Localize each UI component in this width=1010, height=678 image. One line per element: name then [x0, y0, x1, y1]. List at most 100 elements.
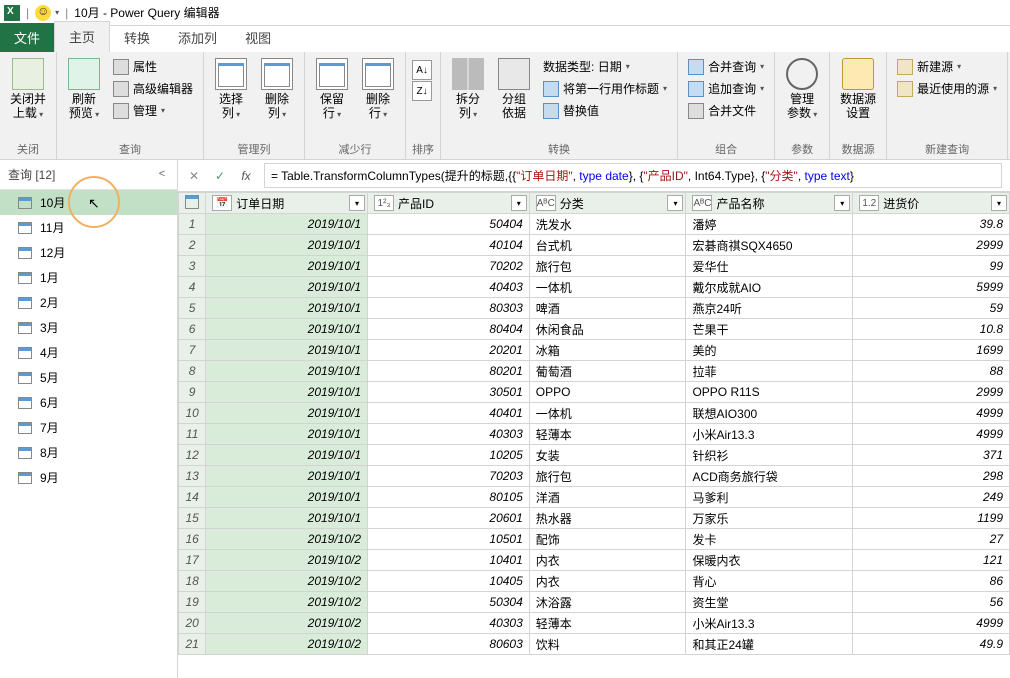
cell-date[interactable]: 2019/10/1 — [206, 214, 368, 235]
keep-rows-button[interactable]: 保留 行 — [311, 56, 353, 124]
table-row[interactable]: 192019/10/250304沐浴露资生堂56 — [179, 592, 1010, 613]
formula-input[interactable]: = Table.TransformColumnTypes(提升的标题,{{"订单… — [264, 163, 1002, 188]
table-row[interactable]: 82019/10/180201葡萄酒拉菲88 — [179, 361, 1010, 382]
cell-name[interactable]: 发卡 — [686, 529, 853, 550]
table-row[interactable]: 102019/10/140401一体机联想AIO3004999 — [179, 403, 1010, 424]
cell-name[interactable]: 宏碁商祺SQX4650 — [686, 235, 853, 256]
cell-category[interactable]: 台式机 — [529, 235, 686, 256]
new-source-button[interactable]: 新建源 — [893, 56, 1001, 77]
cell-id[interactable]: 80404 — [368, 319, 530, 340]
first-row-header-button[interactable]: 将第一行用作标题 — [539, 78, 671, 99]
cell-date[interactable]: 2019/10/1 — [206, 361, 368, 382]
cell-id[interactable]: 40104 — [368, 235, 530, 256]
cell-date[interactable]: 2019/10/1 — [206, 424, 368, 445]
table-row[interactable]: 42019/10/140403一体机戴尔成就AIO5999 — [179, 277, 1010, 298]
table-row[interactable]: 92019/10/130501OPPOOPPO R11S2999 — [179, 382, 1010, 403]
cancel-formula-button[interactable]: ✕ — [186, 168, 202, 184]
cell-category[interactable]: 饮料 — [529, 634, 686, 655]
table-row[interactable]: 112019/10/140303轻薄本小米Air13.34999 — [179, 424, 1010, 445]
remove-rows-button[interactable]: 删除 行 — [357, 56, 399, 124]
cell-id[interactable]: 20601 — [368, 508, 530, 529]
cell-date[interactable]: 2019/10/2 — [206, 634, 368, 655]
append-queries-button[interactable]: 追加查询 — [684, 78, 768, 99]
split-column-button[interactable]: 拆分 列 — [447, 56, 489, 124]
cell-price[interactable]: 10.8 — [853, 319, 1010, 340]
cell-date[interactable]: 2019/10/2 — [206, 592, 368, 613]
cell-price[interactable]: 371 — [853, 445, 1010, 466]
manage-params-button[interactable]: 管理 参数 — [781, 56, 823, 124]
cell-price[interactable]: 249 — [853, 487, 1010, 508]
table-row[interactable]: 52019/10/180303啤酒燕京24听59 — [179, 298, 1010, 319]
cell-id[interactable]: 70202 — [368, 256, 530, 277]
cell-name[interactable]: 资生堂 — [686, 592, 853, 613]
cell-date[interactable]: 2019/10/2 — [206, 571, 368, 592]
cell-id[interactable]: 50404 — [368, 214, 530, 235]
filter-button[interactable]: ▾ — [834, 195, 850, 211]
query-item-7月[interactable]: 7月 — [0, 415, 177, 440]
cell-category[interactable]: 啤酒 — [529, 298, 686, 319]
column-header-进货价[interactable]: 1.2进货价▾ — [853, 193, 1010, 214]
cell-category[interactable]: 女装 — [529, 445, 686, 466]
cell-id[interactable]: 10405 — [368, 571, 530, 592]
query-item-10月[interactable]: 10月 — [0, 190, 177, 215]
table-row[interactable]: 22019/10/140104台式机宏碁商祺SQX46502999 — [179, 235, 1010, 256]
table-row[interactable]: 32019/10/170202旅行包爱华仕99 — [179, 256, 1010, 277]
cell-price[interactable]: 99 — [853, 256, 1010, 277]
cell-price[interactable]: 4999 — [853, 613, 1010, 634]
cell-name[interactable]: 和其正24罐 — [686, 634, 853, 655]
cell-id[interactable]: 40303 — [368, 613, 530, 634]
replace-values-button[interactable]: 替换值 — [539, 100, 671, 121]
recent-sources-button[interactable]: 最近使用的源 — [893, 78, 1001, 99]
qa-dropdown[interactable]: ▾ — [55, 8, 59, 17]
query-item-2月[interactable]: 2月 — [0, 290, 177, 315]
groupby-button[interactable]: 分组 依据 — [493, 56, 535, 122]
table-row[interactable]: 152019/10/120601热水器万家乐1199 — [179, 508, 1010, 529]
cell-category[interactable]: 内衣 — [529, 550, 686, 571]
cell-id[interactable]: 80603 — [368, 634, 530, 655]
manage-button[interactable]: 管理 — [109, 100, 197, 121]
cell-id[interactable]: 10205 — [368, 445, 530, 466]
sort-desc-button[interactable]: Z↓ — [412, 81, 432, 101]
table-row[interactable]: 62019/10/180404休闲食品芒果干10.8 — [179, 319, 1010, 340]
cell-name[interactable]: 爱华仕 — [686, 256, 853, 277]
column-header-分类[interactable]: AᴮC分类▾ — [529, 193, 686, 214]
remove-columns-button[interactable]: 删除 列 — [256, 56, 298, 124]
cell-name[interactable]: 拉菲 — [686, 361, 853, 382]
cell-category[interactable]: 休闲食品 — [529, 319, 686, 340]
cell-price[interactable]: 4999 — [853, 403, 1010, 424]
table-row[interactable]: 182019/10/210405内衣背心86 — [179, 571, 1010, 592]
cell-category[interactable]: 一体机 — [529, 277, 686, 298]
cell-category[interactable]: 葡萄酒 — [529, 361, 686, 382]
cell-category[interactable]: 旅行包 — [529, 466, 686, 487]
cell-name[interactable]: 潘婷 — [686, 214, 853, 235]
cell-id[interactable]: 40401 — [368, 403, 530, 424]
filter-button[interactable]: ▾ — [349, 195, 365, 211]
cell-date[interactable]: 2019/10/1 — [206, 298, 368, 319]
cell-date[interactable]: 2019/10/1 — [206, 340, 368, 361]
cell-category[interactable]: 洋酒 — [529, 487, 686, 508]
cell-category[interactable]: OPPO — [529, 382, 686, 403]
cell-price[interactable]: 298 — [853, 466, 1010, 487]
refresh-preview-button[interactable]: 刷新 预览 — [63, 56, 105, 124]
cell-price[interactable]: 59 — [853, 298, 1010, 319]
merge-queries-button[interactable]: 合并查询 — [684, 56, 768, 77]
datatype-button[interactable]: 数据类型: 日期 — [539, 56, 671, 77]
column-header-产品名称[interactable]: AᴮC产品名称▾ — [686, 193, 853, 214]
cell-id[interactable]: 30501 — [368, 382, 530, 403]
cell-name[interactable]: 美的 — [686, 340, 853, 361]
tab-file[interactable]: 文件 — [0, 23, 54, 52]
cell-price[interactable]: 39.8 — [853, 214, 1010, 235]
cell-price[interactable]: 121 — [853, 550, 1010, 571]
table-row[interactable]: 122019/10/110205女装针织衫371 — [179, 445, 1010, 466]
cell-price[interactable]: 49.9 — [853, 634, 1010, 655]
close-load-button[interactable]: 关闭并 上载 — [6, 56, 50, 124]
cell-price[interactable]: 5999 — [853, 277, 1010, 298]
accept-formula-button[interactable]: ✓ — [212, 168, 228, 184]
cell-price[interactable]: 88 — [853, 361, 1010, 382]
advanced-editor-button[interactable]: 高级编辑器 — [109, 78, 197, 99]
query-item-11月[interactable]: 11月 — [0, 215, 177, 240]
cell-category[interactable]: 轻薄本 — [529, 424, 686, 445]
table-row[interactable]: 12019/10/150404洗发水潘婷39.8 — [179, 214, 1010, 235]
cell-date[interactable]: 2019/10/2 — [206, 550, 368, 571]
query-item-4月[interactable]: 4月 — [0, 340, 177, 365]
